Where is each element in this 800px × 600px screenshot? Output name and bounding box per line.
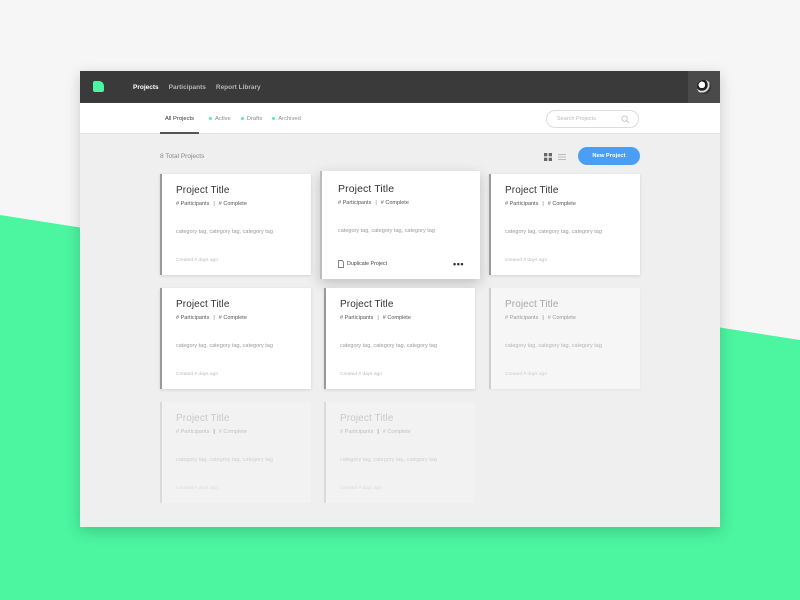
project-meta: # Participants | # Complete	[176, 201, 297, 207]
project-created: Created # days ago	[505, 372, 547, 377]
project-card[interactable]: Project Title # Participants | # Complete …	[160, 402, 311, 503]
user-menu[interactable]	[688, 71, 720, 103]
tab-label: All Projects	[165, 115, 194, 122]
tab-active[interactable]: Active	[209, 103, 231, 134]
search-box	[546, 110, 639, 128]
project-meta: # Participants | # Complete	[340, 315, 461, 321]
new-project-button[interactable]: New Project	[578, 147, 640, 165]
participants-count: # Participants	[505, 315, 539, 321]
project-meta: # Participants | # Complete	[505, 315, 626, 321]
participants-count: # Participants	[338, 200, 372, 206]
project-tags: category tag, category tag, category tag	[176, 229, 273, 235]
meta-separator: |	[542, 315, 544, 321]
app-window: Projects Participants Report Library All…	[80, 71, 720, 527]
tab-label: Drafts	[246, 115, 263, 122]
project-created: Created # days ago	[340, 486, 382, 491]
project-tags: category tag, category tag, category tag	[340, 457, 437, 463]
participants-count: # Participants	[340, 429, 374, 435]
complete-count: # Complete	[547, 201, 576, 207]
project-tabs: All Projects Active Drafts Archived	[160, 103, 311, 134]
project-meta: # Participants | # Complete	[340, 429, 461, 435]
participants-count: # Participants	[176, 429, 210, 435]
meta-separator: |	[213, 315, 215, 321]
project-meta: # Participants | # Complete	[505, 201, 626, 207]
meta-separator: |	[377, 315, 379, 321]
meta-separator: |	[377, 429, 379, 435]
tab-label: Archived	[278, 115, 301, 122]
nav-participants[interactable]: Participants	[169, 84, 206, 91]
tab-label: Active	[215, 115, 231, 122]
project-card[interactable]: Project Title # Participants | # Complete …	[320, 171, 480, 279]
more-options-icon[interactable]: •••	[453, 259, 464, 268]
participants-count: # Participants	[176, 315, 210, 321]
project-created: Created # days ago	[176, 486, 218, 491]
project-meta: # Participants | # Complete	[338, 200, 464, 206]
project-created: Created # days ago	[176, 258, 218, 263]
project-tags: category tag, category tag, category tag	[176, 343, 273, 349]
duplicate-label: Duplicate Project	[347, 261, 388, 267]
tab-drafts[interactable]: Drafts	[240, 103, 263, 134]
project-tags: category tag, category tag, category tag	[176, 457, 273, 463]
project-title: Project Title	[176, 299, 230, 310]
project-tags: category tag, category tag, category tag	[505, 229, 602, 235]
project-title: Project Title	[505, 185, 559, 196]
complete-count: # Complete	[382, 315, 411, 321]
project-card[interactable]: Project Title # Participants | # Complete …	[489, 174, 640, 275]
complete-count: # Complete	[218, 201, 247, 207]
project-card[interactable]: Project Title # Participants | # Complete …	[160, 288, 311, 389]
search-input[interactable]	[557, 116, 619, 122]
project-title: Project Title	[338, 183, 395, 195]
list-view-icon[interactable]	[558, 153, 566, 161]
nav-projects[interactable]: Projects	[133, 84, 159, 91]
duplicate-project-button[interactable]: Duplicate Project	[338, 260, 387, 268]
project-title: Project Title	[505, 299, 559, 310]
bullet-icon	[272, 117, 276, 120]
bullet-icon	[240, 117, 244, 120]
project-title: Project Title	[340, 299, 394, 310]
project-card[interactable]: Project Title # Participants | # Complete …	[160, 174, 311, 275]
complete-count: # Complete	[380, 200, 409, 206]
project-tags: category tag, category tag, category tag	[340, 343, 437, 349]
app-logo-icon[interactable]	[93, 81, 104, 92]
project-created: Created # days ago	[505, 258, 547, 263]
complete-count: # Complete	[382, 429, 411, 435]
meta-separator: |	[375, 200, 377, 206]
project-created: Created # days ago	[340, 372, 382, 377]
search-icon[interactable]	[621, 115, 630, 124]
project-card[interactable]: Project Title # Participants | # Complete …	[324, 402, 475, 503]
grid-view-icon[interactable]	[544, 153, 552, 161]
avatar	[697, 80, 711, 94]
project-tags: category tag, category tag, category tag	[338, 228, 435, 234]
bullet-icon	[209, 117, 212, 120]
complete-count: # Complete	[218, 429, 247, 435]
tab-archived[interactable]: Archived	[272, 103, 301, 134]
participants-count: # Participants	[340, 315, 374, 321]
meta-separator: |	[213, 429, 215, 435]
meta-separator: |	[542, 201, 544, 207]
project-title: Project Title	[176, 413, 230, 424]
project-meta: # Participants | # Complete	[176, 429, 297, 435]
meta-separator: |	[213, 201, 215, 207]
project-card[interactable]: Project Title # Participants | # Complete …	[324, 288, 475, 389]
complete-count: # Complete	[547, 315, 576, 321]
project-created: Created # days ago	[176, 372, 218, 377]
project-title: Project Title	[340, 413, 394, 424]
main-nav: Projects Participants Report Library	[133, 71, 271, 103]
project-title: Project Title	[176, 185, 230, 196]
complete-count: # Complete	[218, 315, 247, 321]
filter-bar: All Projects Active Drafts Archived	[80, 103, 720, 134]
tab-all-projects[interactable]: All Projects	[160, 103, 199, 134]
project-tags: category tag, category tag, category tag	[505, 343, 602, 349]
project-count: 8 Total Projects	[160, 153, 205, 160]
card-actions: Duplicate Project •••	[338, 259, 464, 269]
document-icon	[338, 260, 344, 268]
participants-count: # Participants	[505, 201, 539, 207]
participants-count: # Participants	[176, 201, 210, 207]
project-meta: # Participants | # Complete	[176, 315, 297, 321]
top-navigation-bar: Projects Participants Report Library	[80, 71, 720, 103]
nav-report-library[interactable]: Report Library	[216, 84, 261, 91]
project-card[interactable]: Project Title # Participants | # Complete …	[489, 288, 640, 389]
